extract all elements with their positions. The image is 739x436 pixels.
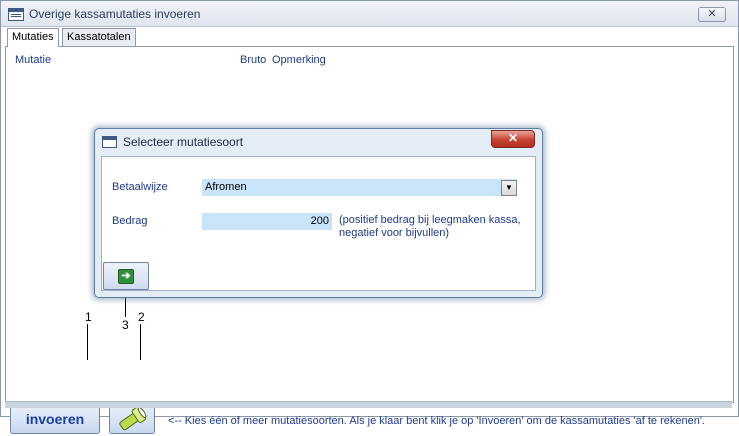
form-icon xyxy=(102,136,117,148)
close-button[interactable]: ✕ xyxy=(698,7,726,22)
clear-button[interactable] xyxy=(109,404,155,434)
column-header-bruto: Bruto xyxy=(240,54,267,66)
callout-1-line xyxy=(87,324,88,360)
title-bar: Overige kassamutaties invoeren ✕ xyxy=(1,1,738,27)
bedrag-note: (positief bedrag bij leegmaken kassa, ne… xyxy=(339,214,521,239)
column-header-mutatie: Mutatie xyxy=(15,54,52,66)
form-icon xyxy=(8,8,24,21)
betaalwijze-label: Betaalwijze xyxy=(112,181,168,193)
window-title: Overige kassamutaties invoeren xyxy=(29,7,201,21)
callout-2-line xyxy=(140,324,141,360)
callout-1: 1 xyxy=(85,310,92,324)
bedrag-input[interactable]: 200 xyxy=(202,213,332,230)
bedrag-value: 200 xyxy=(310,215,329,227)
dialog-body: Betaalwijze Afromen ▼ Bedrag 200 (positi… xyxy=(101,156,536,291)
tab-kassatotalen[interactable]: Kassatotalen xyxy=(62,28,136,46)
tab-mutaties[interactable]: Mutaties xyxy=(7,28,59,47)
dialog-close-button[interactable]: ✕ xyxy=(491,130,535,148)
callout-3: 3 xyxy=(122,318,129,332)
flashlight-clear-icon xyxy=(119,406,147,431)
betaalwijze-value: Afromen xyxy=(205,181,247,193)
bottom-scroll-bar xyxy=(5,401,732,408)
column-header-opmerking: Opmerking xyxy=(272,54,326,66)
chevron-down-icon[interactable]: ▼ xyxy=(501,180,517,196)
arrow-right-icon: ➔ xyxy=(118,269,134,284)
main-window: Overige kassamutaties invoeren ✕ Mutatie… xyxy=(0,0,739,434)
dialog-title: Selecteer mutatiesoort xyxy=(123,135,244,149)
invoeren-button[interactable]: invoeren xyxy=(10,404,100,434)
betaalwijze-combobox[interactable]: Afromen ▼ xyxy=(202,179,517,196)
next-button[interactable]: ➔ xyxy=(103,262,149,290)
bedrag-label: Bedrag xyxy=(112,215,148,227)
callout-2: 2 xyxy=(138,310,145,324)
select-mutation-dialog: Selecteer mutatiesoort ✕ Betaalwijze Afr… xyxy=(94,128,543,298)
